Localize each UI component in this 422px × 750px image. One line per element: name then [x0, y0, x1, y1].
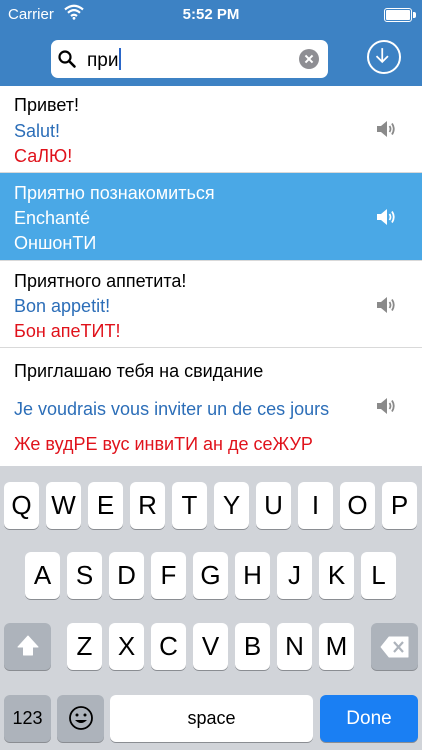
key-g[interactable]: G	[193, 552, 228, 599]
phonetic-text: Же вудРЕ вус инвиТИ ан де сеЖУР	[14, 434, 313, 454]
key-a[interactable]: A	[25, 552, 60, 599]
key-k[interactable]: K	[319, 552, 354, 599]
key-w[interactable]: W	[46, 482, 81, 529]
numbers-key[interactable]: 123	[4, 695, 51, 742]
key-c[interactable]: C	[151, 623, 186, 670]
search-icon	[58, 50, 76, 68]
key-b[interactable]: B	[235, 623, 270, 670]
key-n[interactable]: N	[277, 623, 312, 670]
key-t[interactable]: T	[172, 482, 207, 529]
text-caret	[119, 48, 122, 70]
russian-text: Приятно познакомиться	[14, 183, 215, 203]
key-z[interactable]: Z	[67, 623, 102, 670]
key-u[interactable]: U	[256, 482, 291, 529]
key-p[interactable]: P	[382, 482, 417, 529]
speaker-icon[interactable]	[376, 396, 398, 416]
speaker-icon[interactable]	[376, 295, 398, 315]
clear-search-icon[interactable]	[299, 49, 319, 69]
backspace-key[interactable]	[371, 623, 418, 670]
done-key[interactable]: Done	[320, 695, 418, 742]
russian-text: Приглашаю тебя на свидание	[14, 361, 264, 381]
space-key[interactable]: space	[110, 695, 313, 742]
key-s[interactable]: S	[67, 552, 102, 599]
emoji-key[interactable]	[57, 695, 104, 742]
key-x[interactable]: X	[109, 623, 144, 670]
search-input[interactable]: при	[87, 48, 122, 72]
status-bar: Carrier 5:52 PM	[0, 0, 422, 30]
speaker-icon[interactable]	[376, 207, 398, 227]
keyboard: Q W E R T Y U I O P A S D F G H J K L Z …	[0, 466, 422, 750]
key-y[interactable]: Y	[214, 482, 249, 529]
key-m[interactable]: M	[319, 623, 354, 670]
key-o[interactable]: O	[340, 482, 375, 529]
emoji-icon	[68, 706, 93, 730]
search-field[interactable]: при	[51, 40, 328, 78]
download-icon[interactable]	[367, 40, 401, 74]
phrase-row[interactable]: Приятного аппетита! Bon appetit! Бон апе…	[0, 261, 422, 348]
key-f[interactable]: F	[151, 552, 186, 599]
key-j[interactable]: J	[277, 552, 312, 599]
phrase-row[interactable]: Привет! Salut! СаЛЮ!	[0, 86, 422, 173]
phrase-row-selected[interactable]: Приятно познакомиться Enchanté ОншонТИ	[0, 173, 422, 261]
key-q[interactable]: Q	[4, 482, 39, 529]
phonetic-text: ОншонТИ	[14, 233, 97, 253]
french-text: Je voudrais vous inviter un de ces jours	[14, 399, 330, 419]
key-r[interactable]: R	[130, 482, 165, 529]
backspace-icon	[380, 636, 408, 658]
key-l[interactable]: L	[361, 552, 396, 599]
battery-icon	[384, 8, 416, 22]
french-text: Bon appetit!	[14, 296, 111, 316]
speaker-icon[interactable]	[376, 119, 398, 139]
french-text: Salut!	[14, 121, 61, 141]
app-header: Carrier 5:52 PM при	[0, 0, 422, 86]
phrase-list: Привет! Salut! СаЛЮ! Приятно познакомить…	[0, 86, 422, 466]
key-i[interactable]: I	[298, 482, 333, 529]
french-text: Enchanté	[14, 208, 91, 228]
key-h[interactable]: H	[235, 552, 270, 599]
key-e[interactable]: E	[88, 482, 123, 529]
phrase-row[interactable]: Приглашаю тебя на свидание Je voudrais v…	[0, 348, 422, 466]
russian-text: Привет!	[14, 95, 80, 115]
shift-icon	[17, 635, 38, 656]
key-d[interactable]: D	[109, 552, 144, 599]
russian-text: Приятного аппетита!	[14, 271, 187, 291]
status-time: 5:52 PM	[182, 6, 240, 23]
phonetic-text: СаЛЮ!	[14, 146, 73, 166]
key-v[interactable]: V	[193, 623, 228, 670]
shift-key[interactable]	[4, 623, 51, 670]
phonetic-text: Бон апеТИТ!	[14, 321, 121, 341]
